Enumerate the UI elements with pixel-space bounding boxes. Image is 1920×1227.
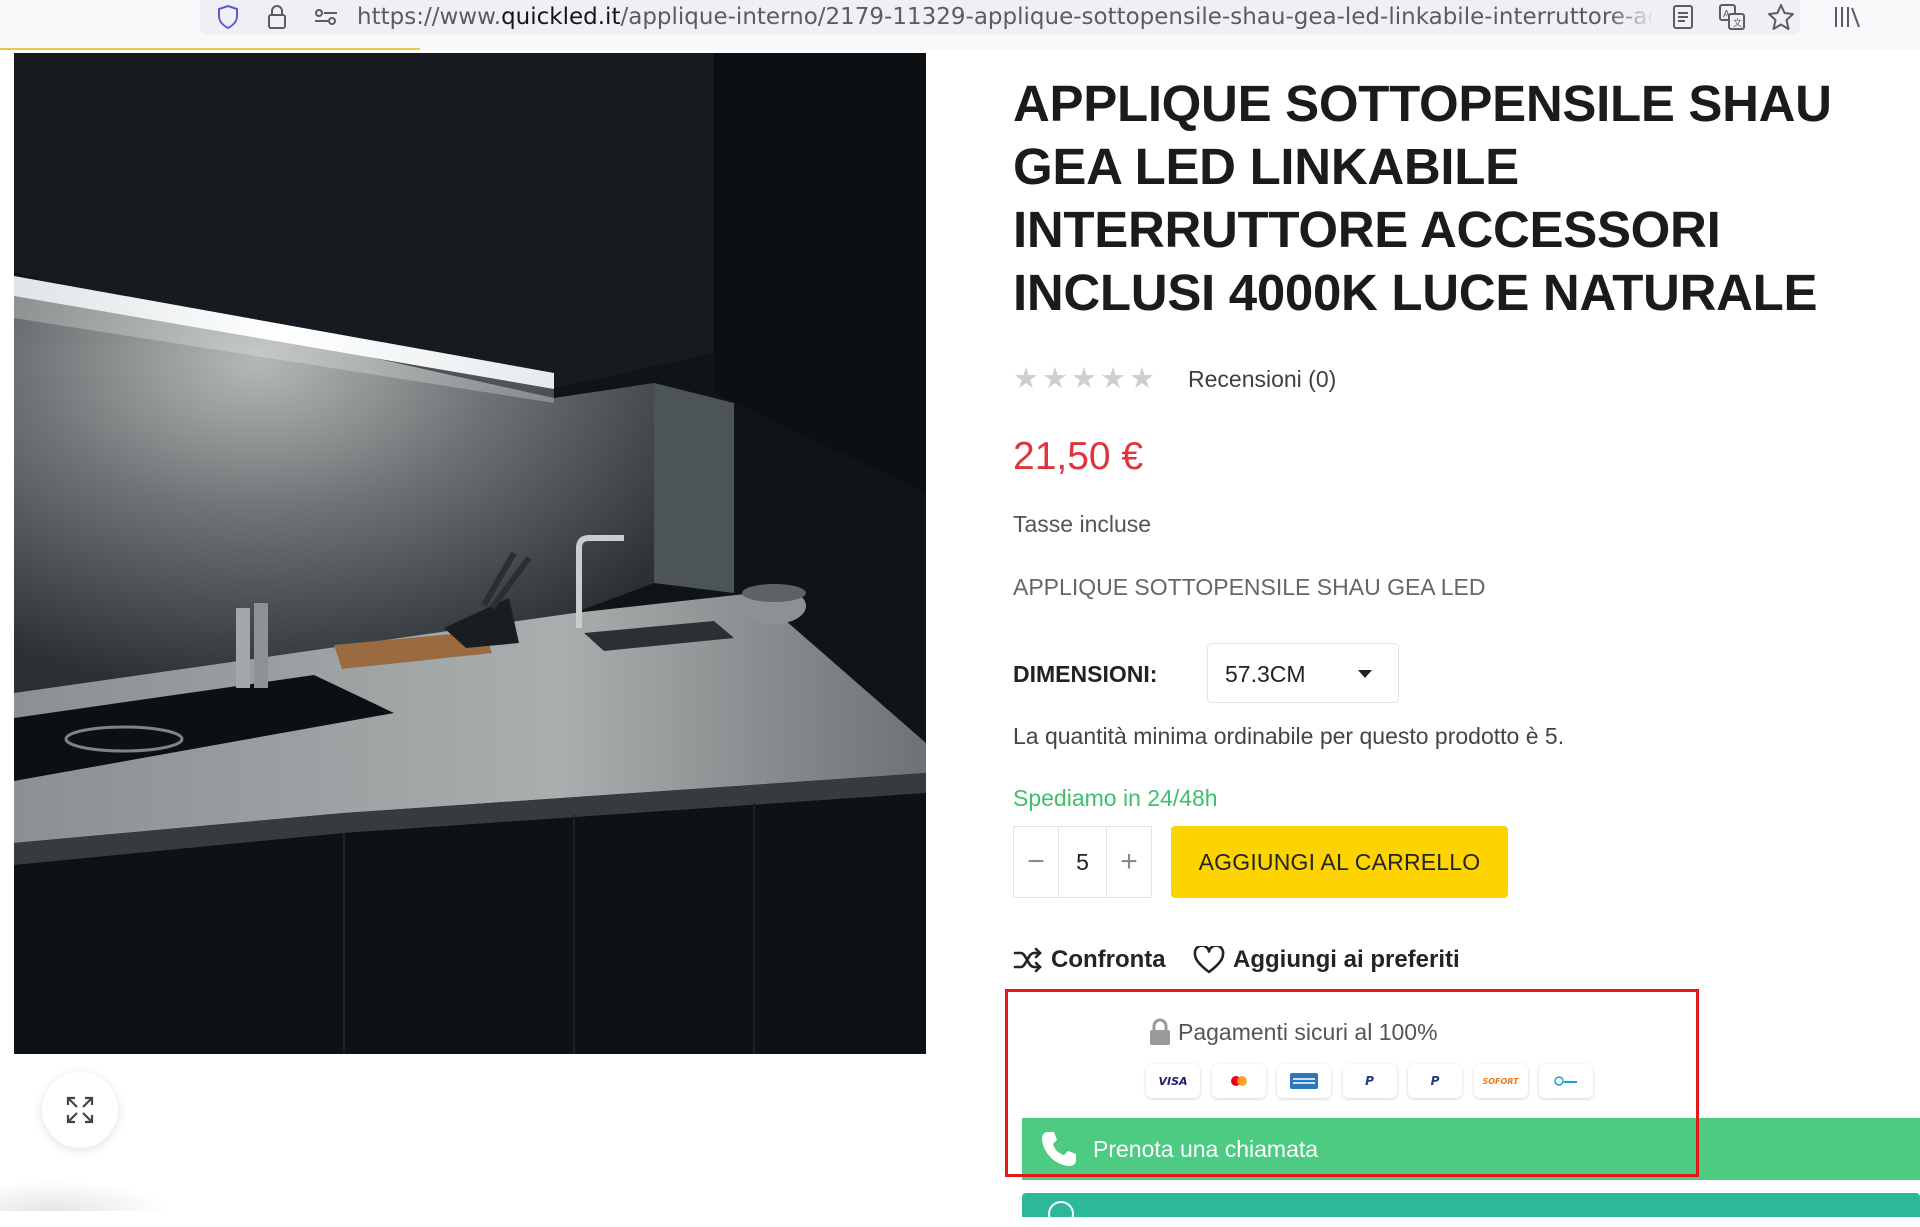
compare-label: Confronta [1051, 946, 1166, 973]
rating-stars: ★ ★ ★ ★ ★ [1013, 362, 1158, 396]
payment-methods: VISA P P SOFORT [1146, 1064, 1605, 1098]
decorative-shadow [0, 1180, 170, 1211]
min-quantity-note: La quantità minima ordinabile per questo… [1013, 723, 1565, 749]
wishlist-button[interactable]: Aggiungi ai preferiti [1193, 942, 1460, 978]
secure-payments-label: Pagamenti sicuri al 100% [1178, 1018, 1438, 1045]
compare-button[interactable]: Confronta [1013, 942, 1166, 978]
padlock-icon [1150, 1018, 1170, 1045]
svg-text:A: A [1723, 9, 1730, 20]
expand-arrows-icon [66, 1096, 94, 1124]
heart-icon [1193, 946, 1225, 974]
star-icon: ★ [1129, 363, 1155, 395]
dimension-select[interactable]: 57.3CM [1207, 643, 1399, 703]
sofort-icon: SOFORT [1473, 1064, 1528, 1098]
quantity-input[interactable] [1059, 827, 1106, 897]
shipping-note: Spediamo in 24/48h [1013, 785, 1218, 811]
star-icon: ★ [1100, 363, 1126, 395]
caret-down-icon [1358, 670, 1372, 678]
phone-icon [1042, 1132, 1076, 1166]
whatsapp-icon [1048, 1201, 1074, 1227]
short-description: APPLIQUE SOTTOPENSILE SHAU GEA LED [1013, 574, 1486, 600]
library-icon[interactable] [1832, 2, 1862, 32]
url-text[interactable]: https://www.quickled.it/applique-interno… [357, 2, 1652, 32]
dimension-label: DIMENSIONI: [1013, 661, 1158, 687]
shuffle-icon [1013, 947, 1042, 973]
fullscreen-expand-button[interactable] [42, 1072, 118, 1148]
reviews-link[interactable]: Recensioni (0) [1188, 362, 1336, 396]
quantity-decrease-button[interactable]: − [1014, 827, 1059, 897]
american-express-icon [1277, 1064, 1331, 1098]
url-fade [1610, 2, 1655, 32]
browser-toolbar: https://www.quickled.it/applique-interno… [0, 0, 1920, 50]
translate-icon[interactable]: A文 [1717, 2, 1747, 32]
reader-view-icon[interactable] [1668, 2, 1698, 32]
secondary-action-button[interactable] [1022, 1193, 1920, 1217]
quantity-stepper: − + [1013, 826, 1152, 898]
mastercard-icon [1211, 1064, 1266, 1098]
shield-icon[interactable] [213, 2, 243, 32]
book-call-label: Prenota una chiamata [1093, 1135, 1319, 1162]
paypal-icon: P [1408, 1064, 1462, 1098]
bookmark-star-icon[interactable] [1766, 2, 1796, 32]
permissions-icon[interactable] [311, 2, 341, 32]
star-icon: ★ [1042, 363, 1068, 395]
quantity-increase-button[interactable]: + [1106, 827, 1151, 897]
wishlist-label: Aggiungi ai preferiti [1233, 946, 1460, 973]
page-load-indicator [0, 48, 420, 50]
paypal-icon: P [1342, 1064, 1397, 1098]
tax-note: Tasse incluse [1013, 511, 1152, 537]
star-icon: ★ [1013, 363, 1039, 395]
svg-text:文: 文 [1733, 17, 1742, 29]
mybank-icon [1539, 1064, 1593, 1098]
add-to-cart-button[interactable]: AGGIUNGI AL CARRELLO [1171, 826, 1508, 898]
product-price: 21,50 € [1013, 435, 1144, 478]
visa-icon: VISA [1146, 1064, 1200, 1098]
lock-icon[interactable] [262, 2, 292, 32]
product-title: APPLIQUE SOTTOPENSILE SHAU GEA LED LINKA… [1013, 75, 1832, 321]
star-icon: ★ [1071, 363, 1097, 395]
book-call-button[interactable]: Prenota una chiamata [1022, 1118, 1920, 1180]
secure-payments: Pagamenti sicuri al 100% [1148, 1014, 1438, 1050]
product-image[interactable] [14, 53, 926, 1054]
dimension-selected-value: 57.3CM [1225, 661, 1306, 687]
